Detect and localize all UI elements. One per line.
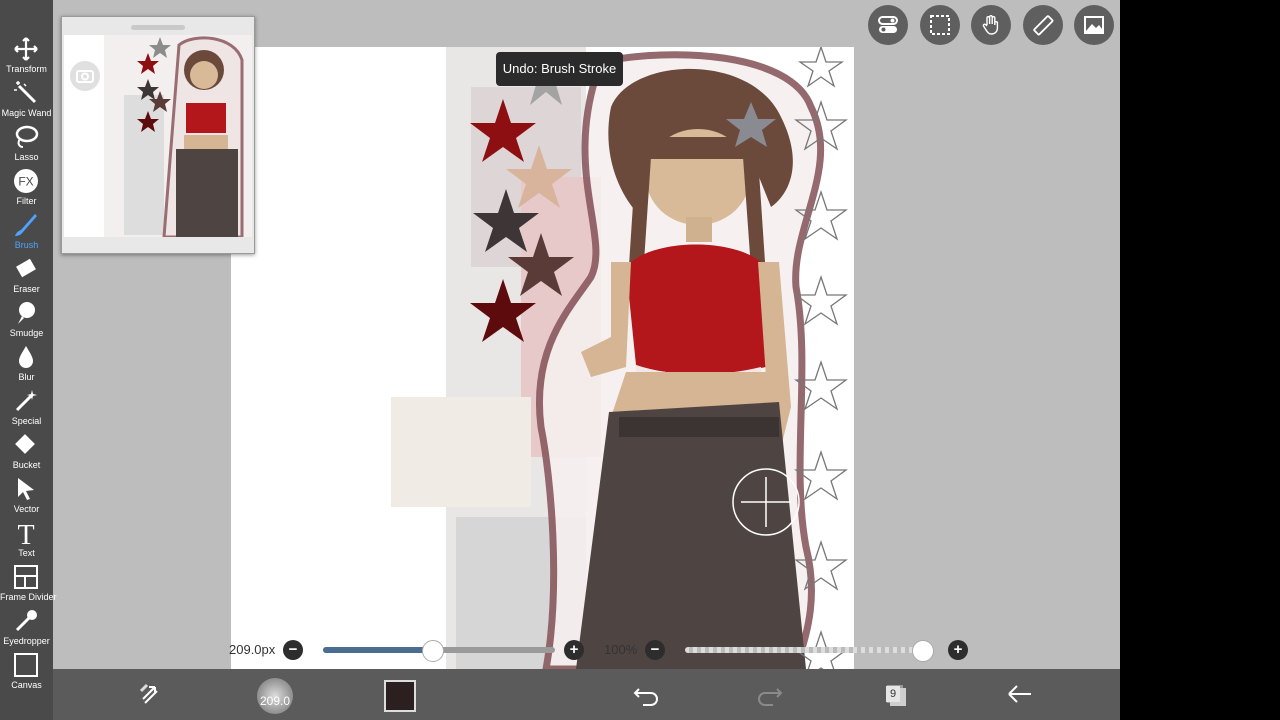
tool-label: Magic Wand [1, 108, 52, 118]
bucket-icon [15, 434, 35, 454]
tool-eyedropper[interactable]: Eyedropper [0, 606, 53, 650]
tool-label: Eraser [13, 284, 40, 294]
tool-smudge[interactable]: Smudge [0, 298, 53, 342]
tool-special[interactable]: Special [0, 386, 53, 430]
svg-text:T: T [17, 520, 34, 546]
brush-size-decrease-button[interactable]: − [283, 640, 303, 660]
minus-icon: − [650, 641, 660, 658]
frame-divider-icon [14, 565, 38, 589]
swap-icon [139, 683, 158, 704]
tool-transform[interactable]: Transform [0, 34, 53, 78]
tool-text[interactable]: T Text [0, 518, 53, 562]
tool-label: Canvas [11, 680, 42, 690]
tool-palette: Transform Magic Wand Lasso FX Filter Bru… [0, 0, 57, 720]
tool-canvas[interactable]: Canvas [0, 650, 53, 694]
tool-label: Transform [6, 64, 47, 74]
opacity-label: 100% [604, 642, 638, 657]
back-button[interactable] [1003, 677, 1037, 711]
smudge-icon [18, 302, 35, 324]
blur-icon [19, 346, 33, 368]
toggle-button[interactable] [868, 5, 908, 45]
tool-magic-wand[interactable]: Magic Wand [0, 78, 53, 122]
redo-button[interactable] [753, 677, 787, 711]
undo-button[interactable] [629, 677, 663, 711]
tool-brush[interactable]: Brush [0, 210, 53, 254]
undo-tooltip: Undo: Brush Stroke [496, 52, 623, 86]
tool-label: Special [11, 416, 42, 426]
brush-size-value: 209.0 [259, 694, 291, 708]
tool-label: Smudge [9, 328, 44, 338]
opacity-slider[interactable] [685, 647, 932, 653]
selection-icon [930, 15, 950, 35]
minus-icon: − [288, 641, 298, 658]
magic-wand-icon [14, 81, 37, 104]
image-icon [1084, 16, 1104, 34]
tool-label: Vector [13, 504, 40, 514]
special-icon [15, 390, 37, 412]
ruler-icon [1033, 15, 1054, 36]
tool-label: Bucket [12, 460, 41, 470]
brush-size-knob[interactable] [422, 640, 445, 662]
tool-blur[interactable]: Blur [0, 342, 53, 386]
tool-frame-divider[interactable]: Frame Divider [0, 562, 57, 606]
plus-icon: + [569, 641, 579, 658]
opacity-decrease-button[interactable]: − [645, 640, 665, 660]
opacity-knob[interactable] [912, 640, 934, 662]
brush-size-increase-button[interactable]: + [564, 640, 584, 660]
tool-label: Blur [18, 372, 35, 382]
back-arrow-icon [1008, 685, 1031, 703]
canvas-icon [14, 653, 38, 677]
bottom-toolbar [53, 669, 1120, 720]
color-swatch-button[interactable] [384, 680, 416, 712]
artwork [391, 47, 848, 669]
text-icon: T [17, 520, 34, 546]
filter-icon: FX [14, 169, 38, 193]
tool-filter[interactable]: FX Filter [0, 166, 53, 210]
tool-label: Frame Divider [0, 592, 57, 602]
navigator-handle[interactable] [131, 25, 185, 30]
eyedropper-icon [15, 610, 37, 632]
hand-icon [982, 15, 999, 35]
undo-icon [633, 688, 658, 706]
tool-label: Filter [16, 196, 37, 206]
navigator-preview [64, 35, 252, 237]
tool-label: Text [18, 548, 35, 558]
tool-lasso[interactable]: Lasso [0, 122, 53, 166]
image-button[interactable] [1074, 5, 1114, 45]
camera-icon[interactable] [70, 61, 100, 91]
app-window: Undo: Brush Stroke Transform Magic Wand … [0, 0, 1120, 720]
tool-label: Lasso [14, 152, 39, 162]
opacity-increase-button[interactable]: + [948, 640, 968, 660]
brush-size-label: 209.0px [229, 642, 276, 657]
eraser-icon [16, 258, 36, 278]
tool-label: Eyedropper [3, 636, 50, 646]
swap-tool-button[interactable] [133, 677, 167, 711]
tool-eraser[interactable]: Eraser [0, 254, 53, 298]
plus-icon: + [953, 641, 963, 658]
vector-icon [18, 478, 34, 500]
toggle-icon [878, 16, 898, 33]
layer-count: 9 [886, 686, 900, 702]
tool-label: Brush [14, 240, 39, 250]
selection-button[interactable] [920, 5, 960, 45]
redo-icon [758, 688, 783, 706]
hand-button[interactable] [971, 5, 1011, 45]
tool-vector[interactable]: Vector [0, 474, 53, 518]
transform-icon [14, 37, 38, 61]
tool-bucket[interactable]: Bucket [0, 430, 53, 474]
lasso-icon [15, 125, 39, 148]
drawing-canvas[interactable] [231, 47, 854, 669]
navigator-panel[interactable] [61, 16, 255, 254]
brush-icon [15, 214, 37, 236]
ruler-button[interactable] [1023, 5, 1063, 45]
letterbox-bar [1120, 0, 1280, 720]
svg-text:FX: FX [18, 175, 33, 189]
brush-size-fill [323, 647, 433, 653]
